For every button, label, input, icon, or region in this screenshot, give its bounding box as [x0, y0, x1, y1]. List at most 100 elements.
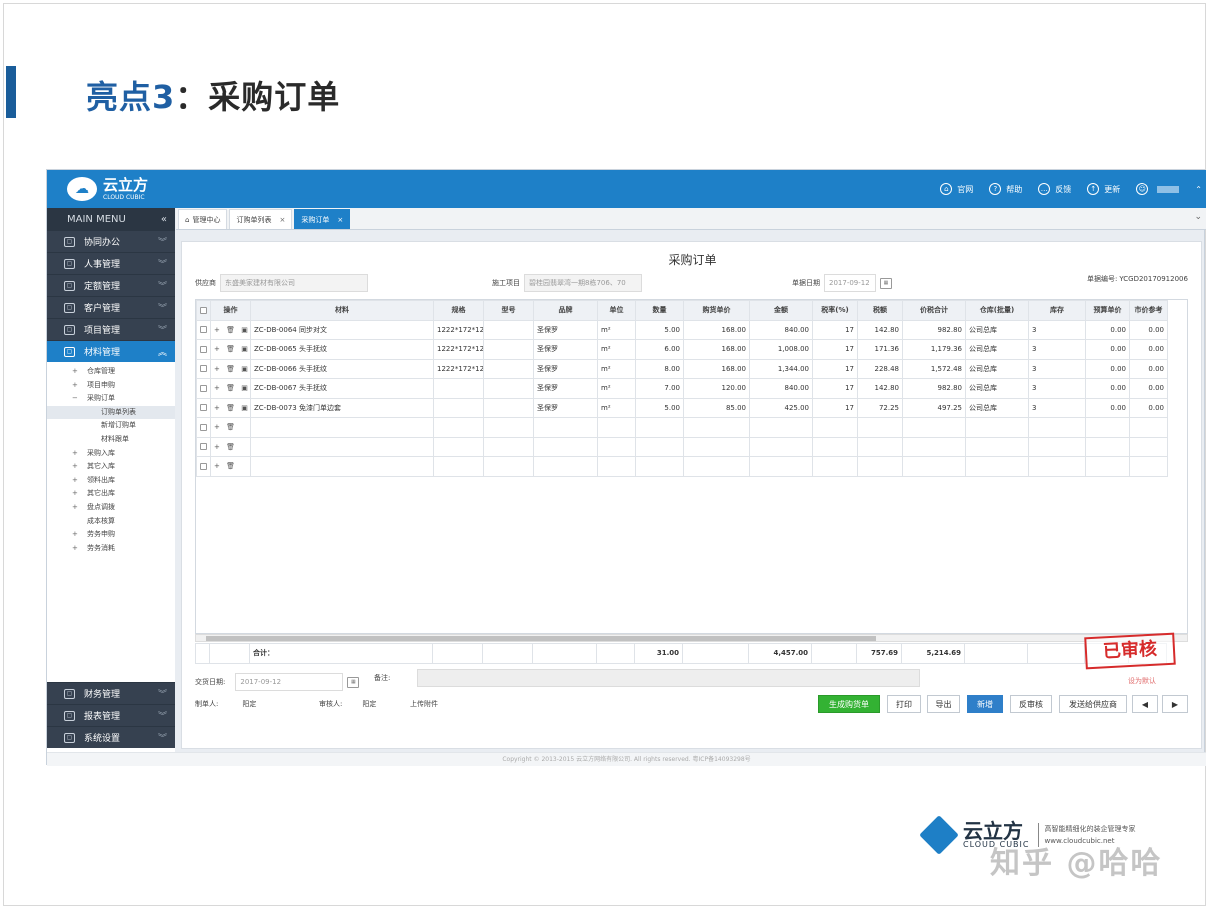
tab-purchase-order[interactable]: 采购订单 ×	[294, 209, 351, 229]
project-input[interactable]: 碧桂园翡翠湾一期8栋706、70	[524, 274, 642, 292]
expand-icon[interactable]: +	[72, 379, 87, 393]
row-action-icons[interactable]: + 🗑 ▣	[214, 384, 250, 392]
row-select[interactable]	[196, 436, 211, 457]
set-default-link[interactable]: 设为默认	[1128, 676, 1156, 686]
row-action-icons[interactable]: + 🗑 ▣	[214, 326, 250, 334]
sidebar-item[interactable]: ▢ 财务管理 ︾	[47, 682, 175, 704]
subtree-item[interactable]: + 盘点调拨	[47, 501, 175, 515]
user-menu[interactable]: ☺	[1136, 183, 1180, 195]
print-button[interactable]: 打印	[887, 695, 921, 713]
checkbox[interactable]	[200, 404, 207, 412]
date-input[interactable]: 2017-09-12	[824, 274, 876, 292]
subtree-item[interactable]: + 采购入库	[47, 447, 175, 461]
tab-order-list[interactable]: 订购单列表 ×	[229, 209, 293, 229]
checkbox[interactable]	[200, 384, 207, 392]
close-icon[interactable]: ×	[337, 216, 343, 224]
subtree-item[interactable]: 材料跟单	[47, 433, 175, 447]
unreview-button[interactable]: 反审核	[1010, 695, 1052, 713]
nav-update[interactable]: ↑ 更新	[1087, 183, 1120, 195]
add-button[interactable]: 新增	[967, 695, 1003, 713]
row-actions[interactable]: + 🗑 ▣	[210, 358, 251, 379]
table-row[interactable]: + 🗑 ▣ ZC-DB-0066 头手抚纹 1222*172*12 圣保罗 m² 8.00…	[196, 358, 1168, 379]
subtree-item[interactable]: 成本核算	[47, 515, 175, 529]
row-select[interactable]	[196, 397, 211, 418]
row-action-icons[interactable]: + 🗑 ▣	[214, 404, 250, 412]
subtree-item[interactable]: − 采购订单	[47, 392, 175, 406]
generate-purchase-button[interactable]: 生成购货单	[818, 695, 880, 713]
tab-dashboard[interactable]: ⌂ 管理中心	[178, 209, 228, 229]
checkbox[interactable]	[200, 423, 207, 431]
subtree-item[interactable]: 新增订购单	[47, 419, 175, 433]
close-icon[interactable]: ×	[279, 216, 285, 224]
row-action-icons[interactable]: + 🗑	[214, 462, 237, 470]
next-button[interactable]: ▶	[1162, 695, 1188, 713]
expand-icon[interactable]: +	[72, 460, 87, 474]
row-actions[interactable]: + 🗑 ▣	[210, 319, 251, 340]
topbar-expand[interactable]: ⌃	[1195, 185, 1202, 194]
table-row-empty[interactable]: + 🗑	[196, 417, 1168, 438]
checkbox[interactable]	[200, 345, 207, 353]
sidebar-item[interactable]: ▢ 人事管理 ︾	[47, 252, 175, 274]
row-select[interactable]	[196, 339, 211, 360]
upload-attachment-link[interactable]: 上传附件	[410, 699, 438, 709]
row-select[interactable]	[196, 417, 211, 438]
row-action-icons[interactable]: + 🗑 ▣	[214, 365, 250, 373]
row-select[interactable]	[196, 456, 211, 477]
sidebar-item[interactable]: ▢ 报表管理 ︾	[47, 704, 175, 726]
expand-icon[interactable]: +	[72, 447, 87, 461]
row-action-icons[interactable]: + 🗑 ▣	[214, 345, 250, 353]
row-select[interactable]	[196, 358, 211, 379]
checkbox[interactable]	[200, 443, 207, 451]
send-to-supplier-button[interactable]: 发送给供应商	[1059, 695, 1127, 713]
table-row-empty[interactable]: + 🗑	[196, 456, 1168, 477]
sidebar-item[interactable]: ▢ 项目管理 ︾	[47, 318, 175, 340]
checkbox[interactable]	[200, 365, 207, 373]
row-actions[interactable]: + 🗑	[210, 417, 251, 438]
subtree-item[interactable]: + 项目申购	[47, 379, 175, 393]
table-row[interactable]: + 🗑 ▣ ZC-DB-0065 头手抚纹 1222*172*12 圣保罗 m² 6.00…	[196, 339, 1168, 360]
row-action-icons[interactable]: + 🗑	[214, 423, 237, 431]
sidebar-item[interactable]: ▢ 系统设置 ︾	[47, 726, 175, 748]
row-select[interactable]	[196, 378, 211, 399]
checkbox[interactable]	[200, 306, 207, 314]
subtree-item[interactable]: + 其它入库	[47, 460, 175, 474]
sidebar-item[interactable]: ▢ 协同办公 ︾	[47, 230, 175, 252]
collapse-icon[interactable]: −	[72, 392, 87, 406]
row-select[interactable]	[196, 319, 211, 340]
app-logo[interactable]: ☁ 云立方 CLOUD CUBIC	[67, 177, 148, 201]
subtree-item[interactable]: + 其它出库	[47, 487, 175, 501]
table-row-empty[interactable]: + 🗑	[196, 436, 1168, 457]
table-row[interactable]: + 🗑 ▣ ZC-DB-0067 头手抚纹 圣保罗 m² 7.00 120.00 840.0…	[196, 378, 1168, 399]
subtree-item[interactable]: + 劳务消耗	[47, 542, 175, 556]
delivery-date-input[interactable]: 2017-09-12	[235, 673, 344, 691]
expand-icon[interactable]: +	[72, 501, 87, 515]
checkbox[interactable]	[200, 462, 207, 470]
horizontal-scrollbar[interactable]	[195, 634, 1188, 642]
calendar-icon[interactable]: ▦	[347, 676, 360, 688]
row-select[interactable]	[196, 300, 211, 321]
subtree-item[interactable]: 订购单列表	[47, 405, 175, 420]
expand-icon[interactable]: +	[72, 365, 87, 379]
table-row[interactable]: + 🗑 ▣ ZC-DB-0064 同步对文 1222*172*12 圣保罗 m² 5.00…	[196, 319, 1168, 340]
nav-help[interactable]: ? 帮助	[989, 183, 1022, 195]
checkbox[interactable]	[200, 326, 207, 334]
expand-icon[interactable]: +	[72, 474, 87, 488]
chevron-down-icon[interactable]: ⌄	[1194, 212, 1202, 222]
expand-icon[interactable]: +	[72, 528, 87, 542]
subtree-item[interactable]: + 领料出库	[47, 474, 175, 488]
row-actions[interactable]: + 🗑 ▣	[210, 397, 251, 418]
remark-input[interactable]	[417, 669, 920, 687]
expand-icon[interactable]: +	[72, 542, 87, 556]
collapse-sidebar-button[interactable]: «	[161, 214, 167, 225]
table-row[interactable]: + 🗑 ▣ ZC-DB-0073 免漆门单边套 圣保罗 m² 5.00 85.00 425.…	[196, 397, 1168, 418]
row-actions[interactable]: + 🗑	[210, 436, 251, 457]
subtree-item[interactable]: + 劳务申购	[47, 528, 175, 542]
supplier-input[interactable]: 东盛美家建材有限公司	[220, 274, 368, 292]
sidebar-item[interactable]: ▢ 材料管理 ︽	[47, 340, 175, 362]
row-actions[interactable]: + 🗑 ▣	[210, 339, 251, 360]
subtree-item[interactable]: + 仓库管理	[47, 365, 175, 379]
export-button[interactable]: 导出	[927, 695, 960, 713]
nav-home[interactable]: ⌂ 官网	[940, 183, 973, 195]
row-actions[interactable]: + 🗑 ▣	[210, 378, 251, 399]
calendar-icon[interactable]: ▦	[880, 277, 892, 289]
